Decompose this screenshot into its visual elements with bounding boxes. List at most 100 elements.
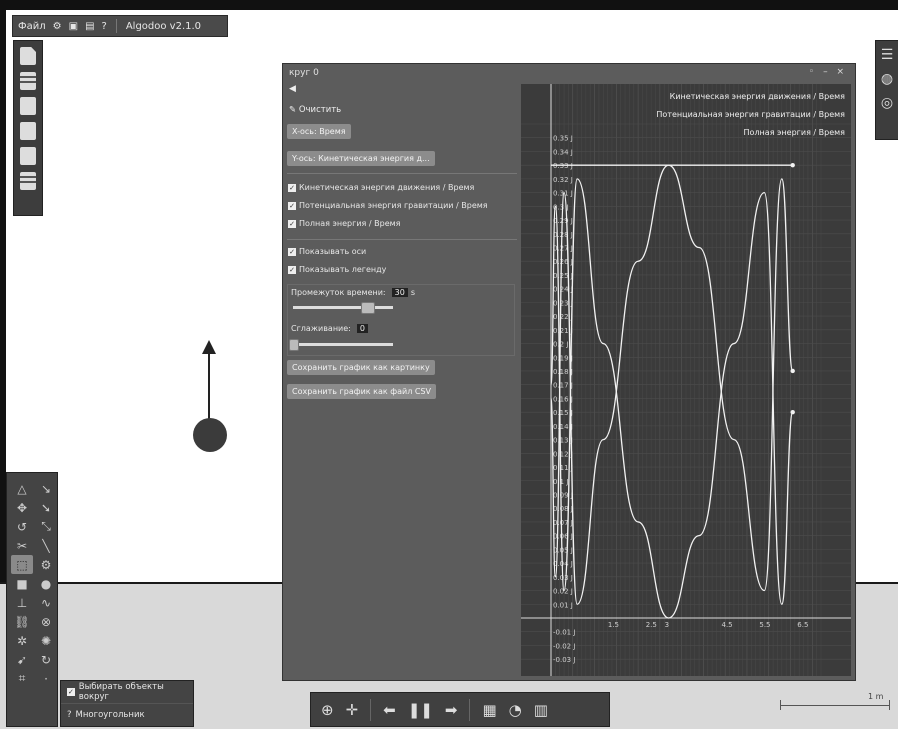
tracer-tool-icon[interactable]: ↻ (35, 650, 57, 669)
settings-icon[interactable]: ⚙ (53, 21, 62, 32)
checkbox-kinetic[interactable]: ✓ Кинетическая энергия движения / Время (288, 183, 474, 192)
legend-entry-potential: Потенциальная энергия гравитации / Время (656, 110, 845, 119)
checkbox-icon[interactable]: ✓ (288, 183, 296, 192)
window-frame-top (0, 0, 898, 10)
brush-tool-icon[interactable]: ╲ (35, 536, 57, 555)
checkbox-icon[interactable]: ✓ (67, 688, 75, 696)
divider (370, 698, 372, 721)
y-tick-label: 0.08 J (553, 505, 573, 513)
time-span-label: Промежуток времени: (291, 288, 386, 297)
divider (469, 698, 471, 721)
cut-tool-icon[interactable]: ✂ (11, 536, 33, 555)
scale-label: 1 m (868, 692, 884, 701)
save-csv-button[interactable]: Сохранить график как файл CSV (287, 384, 436, 399)
extra-tool-icon[interactable]: · (35, 669, 57, 688)
time-span-input[interactable]: 30 (391, 288, 408, 297)
open-folder-icon[interactable] (20, 97, 36, 115)
y-tick-label: 0.28 J (553, 231, 573, 239)
window-icon[interactable]: ▣ (69, 21, 78, 32)
scene-library-icon[interactable] (20, 122, 36, 140)
polygon-option[interactable]: ? Многоугольник (61, 703, 193, 726)
smoothing-slider[interactable] (293, 343, 393, 346)
save-icon[interactable]: ▤ (85, 21, 94, 32)
checkbox-show-axes[interactable]: ✓ Показывать оси (288, 247, 366, 256)
new-scene-icon[interactable] (20, 47, 36, 65)
chain-tool-icon[interactable]: ⛓ (11, 612, 33, 631)
grid-icon[interactable]: ▦ (482, 701, 496, 719)
y-tick-label: 0.34 J (553, 148, 573, 156)
smoothing-input[interactable]: 0 (356, 324, 368, 333)
browse-scenes-icon[interactable] (20, 72, 36, 90)
y-axis-button[interactable]: Y-ось: Кинетическая энергия д... (287, 151, 435, 166)
brush-icon: ✎ (289, 105, 299, 115)
divider (287, 173, 517, 174)
playback-bar: ⊕ ✛ ⬅ ❚❚ ➡ ▦ ◔ ▥ (310, 692, 610, 727)
save-scene-icon[interactable] (20, 147, 36, 165)
checkbox-total[interactable]: ✓ Полная энергия / Время (288, 219, 400, 228)
scale-tool-icon[interactable]: ⤡ (35, 517, 57, 536)
checkbox-icon[interactable]: ✓ (288, 265, 296, 274)
zoom-icon[interactable]: ⊕ (321, 701, 334, 719)
clear-button[interactable]: ✎ Очистить (289, 105, 341, 115)
smoothing-slider-knob[interactable] (289, 339, 299, 351)
laser-tool-icon[interactable]: ➹ (11, 650, 33, 669)
time-span-slider[interactable] (293, 306, 393, 309)
zoom-icon[interactable]: ◎ (881, 95, 893, 111)
pause-icon[interactable]: ❚❚ (408, 701, 433, 719)
menu-icon[interactable]: ☰ (881, 47, 894, 63)
clear-label: Очистить (298, 105, 342, 115)
polygon-tool-icon[interactable]: ⬚ (11, 555, 33, 574)
scale-bar (780, 705, 890, 706)
globe-icon[interactable]: ◍ (881, 71, 893, 87)
rotate-tool-icon[interactable]: ↺ (11, 517, 33, 536)
x-axis-button[interactable]: X-ось: Время (287, 124, 351, 139)
select-tool-icon[interactable]: ➘ (35, 498, 57, 517)
thruster-tool-icon[interactable]: ✺ (35, 631, 57, 650)
scene-list-icon[interactable] (20, 172, 36, 190)
series-endpoint (790, 162, 795, 168)
gear-tool-icon[interactable]: ⚙ (35, 555, 57, 574)
polygon-label: Многоугольник (75, 710, 145, 720)
checkbox-icon[interactable]: ✓ (288, 201, 296, 210)
y-tick-label: 0.23 J (553, 299, 573, 307)
drag-tool-icon[interactable]: ↘ (35, 479, 57, 498)
y-tick-label: 0.05 J (553, 546, 573, 554)
fixate-tool-icon[interactable]: ✲ (11, 631, 33, 650)
scale-bar-tick (889, 700, 890, 710)
time-span-slider-knob[interactable] (361, 302, 375, 314)
pan-icon[interactable]: ✛ (346, 701, 359, 719)
graph-window[interactable]: круг 0 ◦ – × ◀ ✎ Очистить X-ось: Время Y… (282, 63, 856, 681)
back-arrow-icon[interactable]: ◀ (289, 84, 296, 94)
undo-icon[interactable]: ⬅ (383, 701, 396, 719)
checkbox-icon[interactable]: ✓ (288, 247, 296, 256)
divider (287, 239, 517, 240)
box-tool-icon[interactable]: ■ (11, 574, 33, 593)
redo-icon[interactable]: ➡ (445, 701, 458, 719)
checkbox-potential[interactable]: ✓ Потенциальная энергия гравитации / Врем… (288, 201, 488, 210)
y-tick-label: -0.03 J (553, 656, 575, 664)
plane-tool-icon[interactable]: ⊥ (11, 593, 33, 612)
snap-grid-icon[interactable]: ▥ (534, 701, 548, 719)
spring-tool-icon[interactable]: ∿ (35, 593, 57, 612)
smoothing-row: Сглаживание: 0 (291, 324, 368, 333)
texture-tool-icon[interactable]: ⌗ (11, 669, 33, 688)
save-image-button[interactable]: Сохранить график как картинку (287, 360, 435, 375)
checkbox-show-legend[interactable]: ✓ Показывать легенду (288, 265, 386, 274)
window-controls[interactable]: ◦ – × (809, 67, 847, 77)
y-tick-label: 0.35 J (553, 135, 573, 143)
select-around-option[interactable]: ✓ Выбирать объекты вокруг (61, 681, 193, 703)
sketch-tool-icon[interactable]: △ (11, 479, 33, 498)
move-tool-icon[interactable]: ✥ (11, 498, 33, 517)
y-tick-label: 0.27 J (553, 244, 573, 252)
help-icon: ? (67, 710, 72, 720)
file-menu[interactable]: Файл (18, 21, 46, 32)
rotate-view-icon[interactable]: ◔ (509, 701, 522, 719)
circle-tool-icon[interactable]: ● (35, 574, 57, 593)
time-span-unit: s (410, 288, 415, 297)
hinge-tool-icon[interactable]: ⊗ (35, 612, 57, 631)
y-tick-label: 0.01 J (553, 601, 573, 609)
help-icon[interactable]: ? (102, 21, 107, 32)
circle-object[interactable] (193, 418, 227, 452)
y-tick-label: 0.33 J (553, 162, 573, 170)
checkbox-icon[interactable]: ✓ (288, 219, 296, 228)
